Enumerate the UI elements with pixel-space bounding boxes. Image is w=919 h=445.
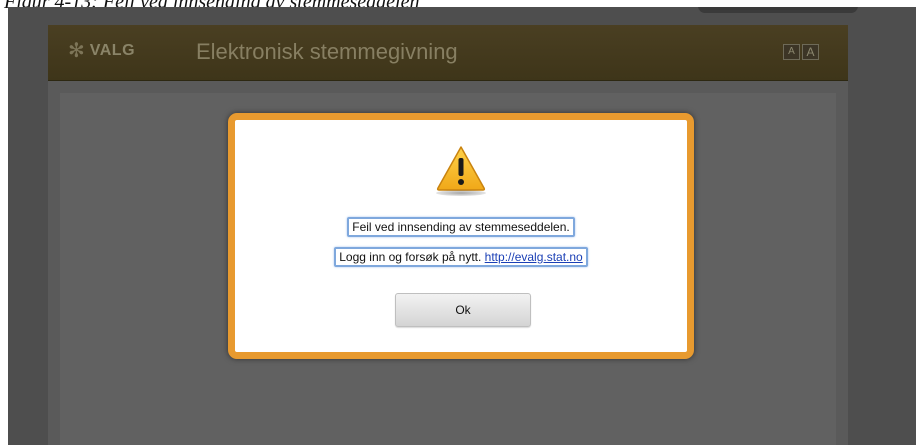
app-screenshot: ✻ VALG Elektronisk stemmegivning A A Fei…: [8, 7, 916, 445]
logo-text: VALG: [89, 42, 136, 59]
instruction-box: Logg inn og forsøk på nytt. http://evalg…: [334, 247, 588, 267]
font-size-small-button[interactable]: A: [783, 44, 800, 60]
warning-icon-shadow: [436, 190, 486, 196]
evalg-link[interactable]: http://evalg.stat.no: [485, 250, 583, 264]
instruction-row: Logg inn og forsøk på nytt. http://evalg…: [235, 247, 687, 267]
error-message-row: Feil ved innsending av stemmeseddelen.: [235, 217, 687, 237]
instruction-text: Logg inn og forsøk på nytt.: [339, 250, 485, 264]
ok-button[interactable]: Ok: [395, 293, 531, 327]
app-title: Elektronisk stemmegivning: [196, 39, 458, 64]
warning-icon: [436, 146, 486, 191]
error-message: Feil ved innsending av stemmeseddelen.: [347, 217, 575, 237]
app-header: ✻ VALG Elektronisk stemmegivning A A: [48, 25, 848, 81]
error-dialog: Feil ved innsending av stemmeseddelen. L…: [228, 113, 694, 359]
logo: ✻ VALG: [68, 41, 135, 61]
font-size-controls: A A: [783, 44, 819, 60]
font-size-large-button[interactable]: A: [802, 44, 819, 60]
valg-emblem-icon: ✻: [68, 40, 85, 62]
top-decoration: [698, 7, 858, 13]
